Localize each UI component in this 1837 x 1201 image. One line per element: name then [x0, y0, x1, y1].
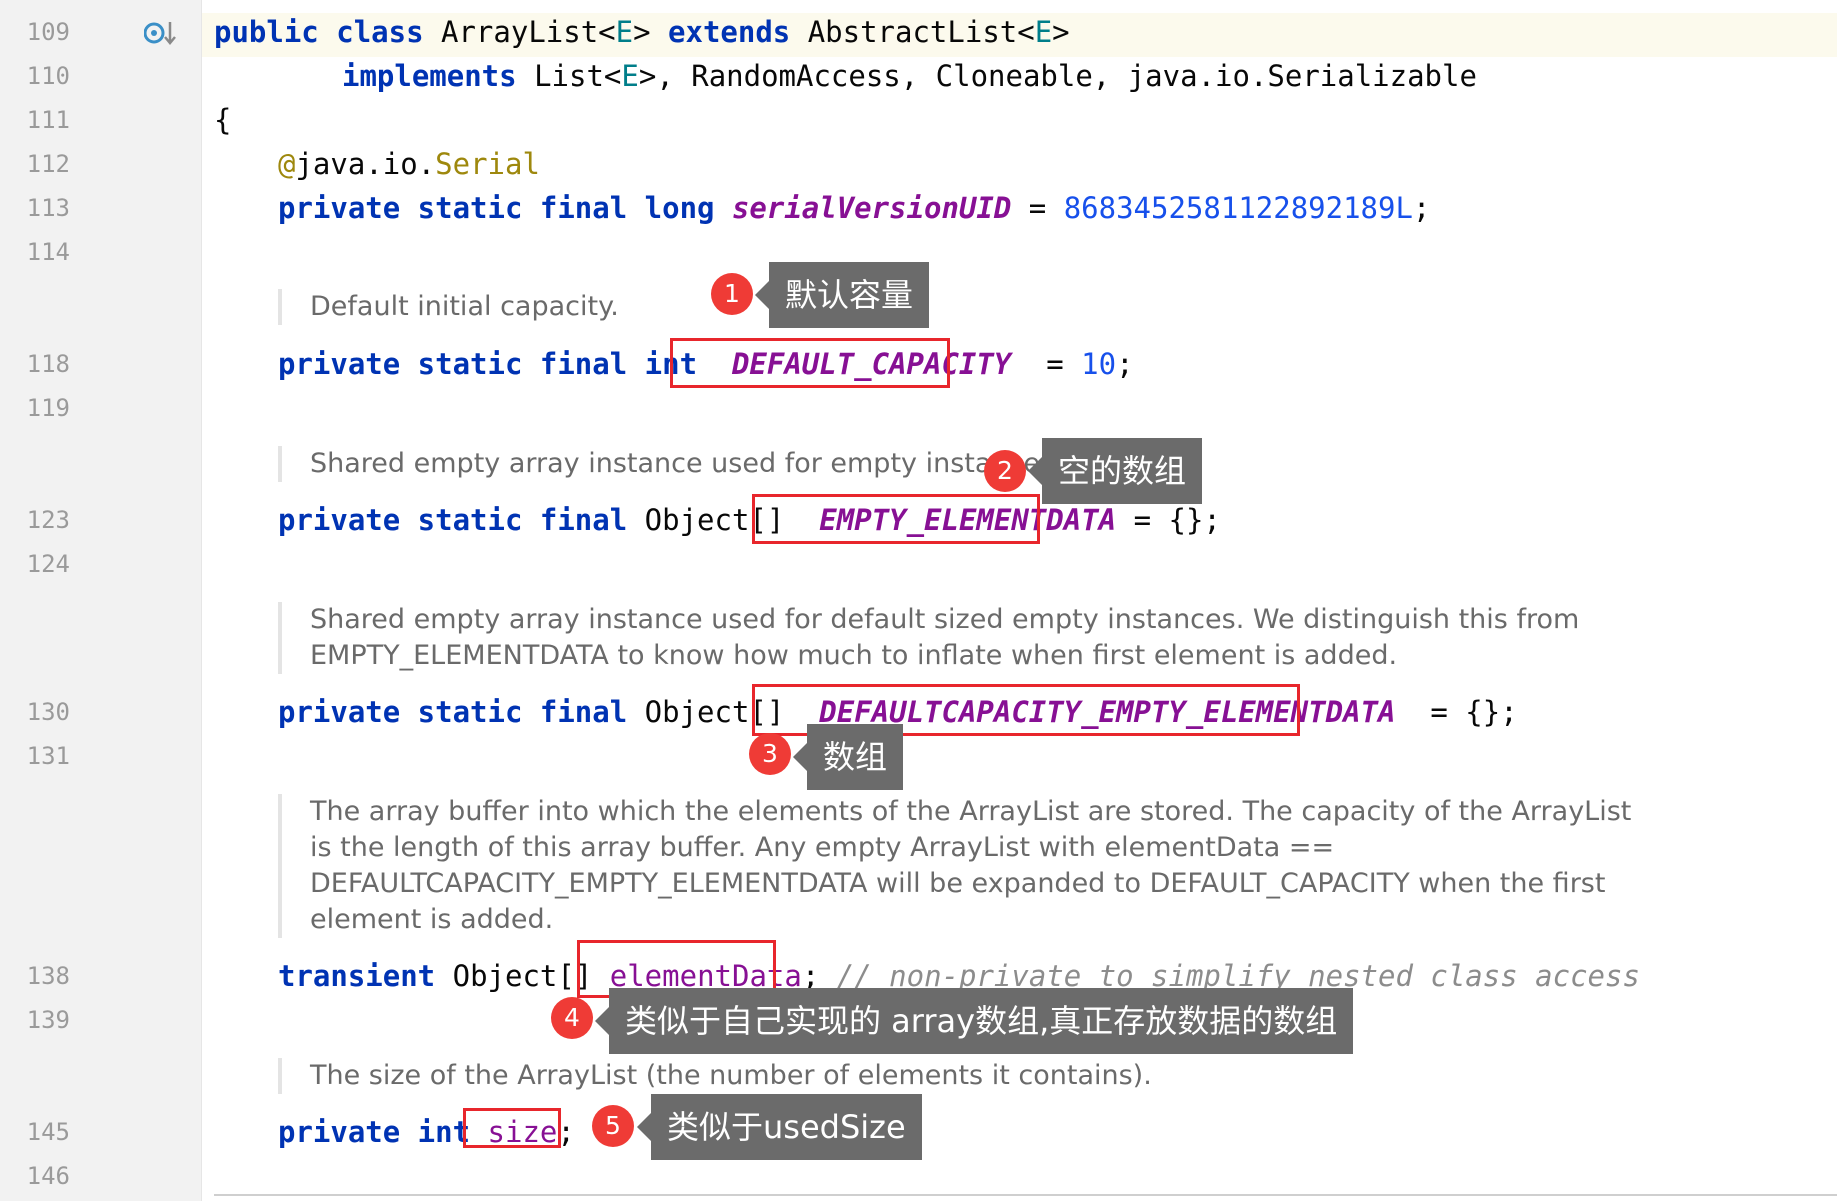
javadoc-block: The size of the ArrayList (the number of… — [278, 1058, 1152, 1094]
javadoc-block: Shared empty array instance used for def… — [278, 602, 1579, 674]
line-number: 112 — [26, 150, 70, 178]
code-line-113: private static final long serialVersionU… — [278, 191, 1431, 225]
annotation-marker-3: 3 — [749, 733, 791, 775]
line-number: 130 — [26, 698, 70, 726]
line-number: 145 — [26, 1118, 70, 1146]
javadoc-text: EMPTY_ELEMENTDATA to know how much to in… — [310, 640, 1398, 671]
line-number: 124 — [26, 550, 70, 578]
line-number: 110 — [26, 62, 70, 90]
line-number: 131 — [26, 742, 70, 770]
javadoc-block: Default initial capacity. — [278, 289, 619, 325]
javadoc-text: Shared empty array instance used for def… — [310, 604, 1580, 635]
javadoc-text: Shared empty array instance used for emp… — [310, 448, 1063, 479]
highlight-box-empty-elementdata — [752, 494, 1040, 544]
annotation-marker-2: 2 — [984, 450, 1026, 492]
line-number: 138 — [26, 962, 70, 990]
line-number: 123 — [26, 506, 70, 534]
override-method-icon[interactable] — [144, 18, 180, 48]
line-number: 146 — [26, 1162, 70, 1190]
javadoc-text: The array buffer into which the elements… — [310, 796, 1632, 827]
highlight-box-default-capacity — [670, 338, 950, 388]
line-number: 113 — [26, 194, 70, 222]
javadoc-text: is the length of this array buffer. Any … — [310, 832, 1335, 863]
line-number: 118 — [26, 350, 70, 378]
javadoc-block: The array buffer into which the elements… — [278, 794, 1631, 938]
annotation-callout-5: 类似于usedSize — [637, 1094, 922, 1160]
line-number: 114 — [26, 238, 70, 266]
javadoc-text: DEFAULTCAPACITY_EMPTY_ELEMENTDATA will b… — [310, 868, 1606, 899]
highlight-box-size — [463, 1108, 561, 1148]
annotation-callout-2: 空的数组 — [1027, 438, 1203, 504]
line-number: 109 — [26, 18, 70, 46]
annotation-callout-4: 类似于自己实现的 array数组,真正存放数据的数组 — [594, 988, 1354, 1054]
line-number: 111 — [26, 106, 70, 134]
javadoc-text: element is added. — [310, 904, 554, 935]
annotation-callout-3: 数组 — [792, 724, 904, 790]
annotation-callout-1: 默认容量 — [754, 262, 930, 328]
code-line-111: { — [214, 103, 232, 137]
annotation-marker-5: 5 — [592, 1105, 634, 1147]
code-line-109: public class ArrayList<E> extends Abstra… — [214, 15, 1070, 49]
annotation-marker-4: 4 — [551, 997, 593, 1039]
javadoc-text: The size of the ArrayList (the number of… — [310, 1060, 1152, 1091]
editor-bottom-divider — [214, 1194, 1837, 1196]
annotation-marker-1: 1 — [711, 273, 753, 315]
code-line-112: @java.io.Serial — [278, 147, 540, 181]
code-line-110: implements List<E>, RandomAccess, Clonea… — [342, 59, 1477, 93]
line-number: 139 — [26, 1006, 70, 1034]
javadoc-text: Default initial capacity. — [310, 291, 619, 322]
line-number: 119 — [26, 394, 70, 422]
editor-gutter: 109 110 111 112 113 114 118 119 123 124 … — [0, 0, 202, 1201]
code-line-123: private static final Object[] EMPTY_ELEM… — [278, 503, 1221, 537]
javadoc-block: Shared empty array instance used for emp… — [278, 446, 1063, 482]
